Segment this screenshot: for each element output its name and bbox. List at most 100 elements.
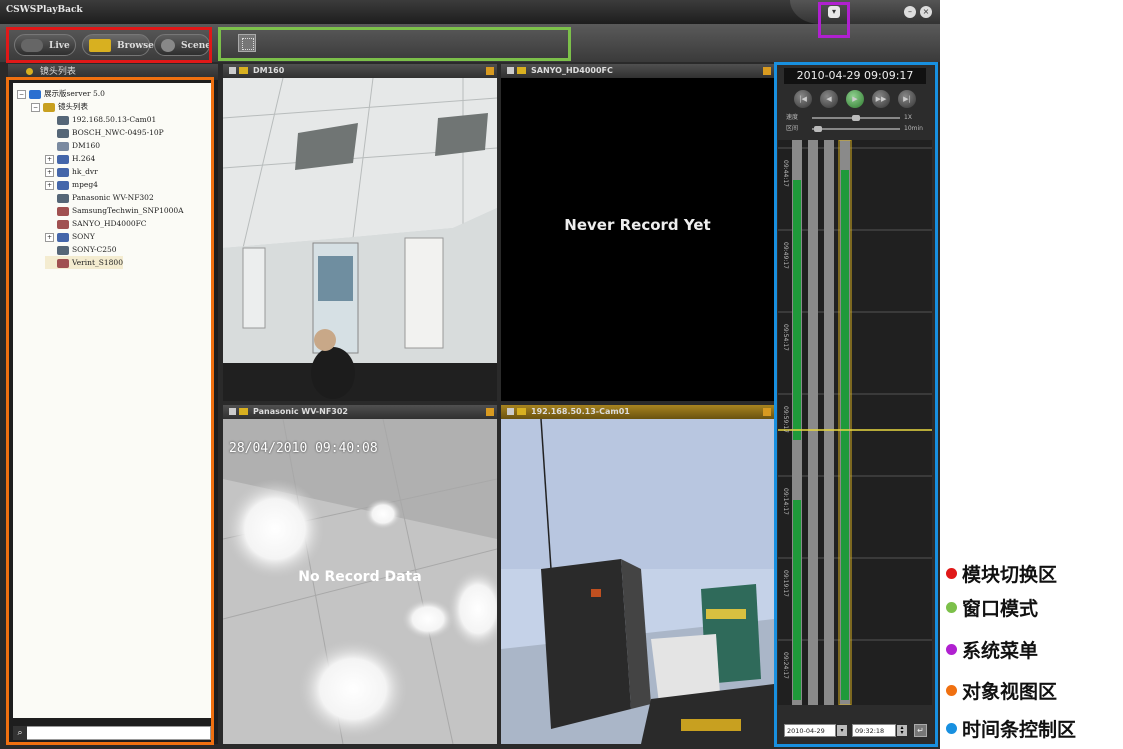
tree-item[interactable]: − 镜头列表 [31, 100, 88, 113]
panel-close-icon[interactable] [486, 67, 494, 75]
dome-camera-icon [57, 219, 69, 229]
timeline-lane [808, 140, 818, 705]
panel-close-icon[interactable] [763, 408, 771, 416]
tree-item[interactable]: Verint_S1800 [45, 256, 123, 269]
expand-icon[interactable]: + [45, 180, 54, 190]
globe-icon [29, 89, 41, 99]
video-panel-4[interactable]: 192.168.50.13-Cam01 [501, 405, 774, 744]
video-feed-office [223, 78, 497, 401]
window-layout-icon[interactable] [238, 34, 256, 52]
panel-header: Panasonic WV-NF302 [223, 405, 497, 419]
zoom-value: 10min [904, 125, 923, 132]
time-spinner-icon[interactable]: ▴ ▾ [897, 725, 907, 736]
timeline-tick-label: 09:49:17 [782, 242, 789, 269]
goto-time-button[interactable]: ↵ [914, 724, 927, 737]
legend-label: 窗口模式 [962, 598, 1039, 620]
tree-item-label: 展示版server 5.0 [44, 89, 105, 98]
object-view-title: 镜头列表 [39, 67, 76, 77]
tree-item-label: mpeg4 [72, 180, 98, 189]
tree-item[interactable]: BOSCH_NWC-0495-10P [45, 126, 164, 139]
video-panel-2[interactable]: SANYO_HD4000FC Never Record Yet [501, 64, 774, 401]
date-dropdown-icon[interactable]: ▾ [837, 725, 847, 736]
live-mode-button[interactable]: Live [14, 34, 76, 56]
camera-icon [57, 245, 69, 255]
tree-item[interactable]: − 展示版server 5.0 [17, 87, 105, 100]
video-panel-3[interactable]: Panasonic WV-NF302 28/04/2010 09:40:08 N… [223, 405, 497, 744]
object-view-panel: 镜头列表 − 展示版server 5.0− 镜头列表 192.168.50.13-Ca… [8, 64, 218, 744]
dome-camera-icon [57, 206, 69, 216]
rewind-button[interactable]: ◀ [820, 90, 838, 108]
device-icon [57, 232, 69, 242]
device-icon [57, 180, 69, 190]
zoom-slider[interactable]: 区间 10min [786, 125, 926, 133]
time-field[interactable]: 09:32:18 [852, 724, 896, 737]
header-dot-icon [26, 68, 33, 75]
speed-knob[interactable] [852, 115, 860, 121]
expand-icon[interactable]: + [45, 232, 54, 242]
timeline-tick-label: 09:59:17 [782, 406, 789, 433]
panel-menu-icon[interactable] [229, 67, 236, 74]
tree-item[interactable]: + hk_dvr [45, 165, 98, 178]
timebar-control-panel: 2010-04-29 09:09:17 |◀ ◀ ▶ ▶▶ ▶| 速度 1X 区… [776, 62, 934, 745]
browse-film-icon [89, 39, 111, 52]
tree-item[interactable]: Panasonic WV-NF302 [45, 191, 154, 204]
legend-label: 系统菜单 [962, 640, 1039, 662]
panel-menu-icon[interactable] [507, 408, 514, 415]
step-back-button[interactable]: |◀ [794, 90, 812, 108]
tree-item-label: hk_dvr [72, 167, 98, 176]
panel-header: DM160 [223, 64, 497, 78]
recording-segment [793, 500, 801, 700]
device-icon [57, 167, 69, 177]
expand-icon[interactable]: + [45, 154, 54, 164]
legend-item-object-view: 对象视图区 [946, 679, 1118, 705]
tree-item[interactable]: DM160 [45, 139, 100, 152]
panel-menu-icon[interactable] [507, 67, 514, 74]
panel-title: 192.168.50.13-Cam01 [531, 407, 630, 416]
video-feed-empty: Never Record Yet [501, 78, 774, 401]
date-field[interactable]: 2010-04-29 [784, 724, 836, 737]
expand-icon[interactable]: + [45, 167, 54, 177]
panel-header: SANYO_HD4000FC [501, 64, 774, 78]
zoom-label: 区间 [786, 125, 799, 132]
live-mode-label: Live [49, 41, 70, 51]
speed-label: 速度 [786, 114, 799, 121]
title-bar-curve [790, 0, 940, 24]
close-button[interactable]: × [920, 6, 932, 18]
timeline-tick-label: 09:14:17 [782, 488, 789, 515]
timeline-track[interactable]: 09:44:17 09:49:17 09:54:17 09:59:17 09:14:17… [778, 140, 932, 705]
play-button[interactable]: ▶ [846, 90, 864, 108]
object-view-header: 镜头列表 [8, 64, 218, 80]
step-forward-button[interactable]: ▶| [898, 90, 916, 108]
tree-item[interactable]: SONY-C250 [45, 243, 117, 256]
legend-item-timebar: 时间条控制区 [946, 717, 1118, 743]
collapse-icon[interactable]: − [17, 89, 26, 99]
collapse-icon[interactable]: − [31, 102, 40, 112]
video-panel-1[interactable]: DM160 [223, 64, 497, 401]
panel-menu-icon[interactable] [229, 408, 236, 415]
tree-item[interactable]: SamsungTechwin_SNP1000A [45, 204, 184, 217]
tree-item[interactable]: + SONY [45, 230, 95, 243]
zoom-knob[interactable] [814, 126, 822, 132]
tree-item-label: H.264 [72, 154, 96, 163]
speed-slider[interactable]: 速度 1X [786, 114, 926, 122]
timeline-tick-label: 09:44:17 [782, 160, 789, 187]
panel-close-icon[interactable] [486, 408, 494, 416]
timeline-graphic: 09:44:17 09:49:17 09:54:17 09:59:17 09:14:17… [778, 140, 932, 705]
camera-icon [57, 193, 69, 203]
browse-mode-button[interactable]: Browse [82, 34, 154, 56]
minimize-button[interactable]: – [904, 6, 916, 18]
tree-item[interactable]: + H.264 [45, 152, 95, 165]
panel-camera-icon [517, 408, 526, 415]
tree-item[interactable]: + mpeg4 [45, 178, 98, 191]
tree-item[interactable]: SANYO_HD4000FC [45, 217, 147, 230]
never-record-yet-text: Never Record Yet [564, 216, 711, 234]
timeline-tick-label: 09:24:17 [782, 652, 789, 679]
tree-search-input[interactable]: ⌕ [13, 726, 211, 740]
panel-close-icon[interactable] [763, 67, 771, 75]
scene-gear-icon [161, 39, 175, 52]
fast-forward-button[interactable]: ▶▶ [872, 90, 890, 108]
system-menu-button[interactable]: ▾ [828, 6, 840, 18]
tree-item[interactable]: 192.168.50.13-Cam01 [45, 113, 156, 126]
panel-camera-icon [239, 408, 248, 415]
scene-mode-button[interactable]: Scene [154, 34, 211, 56]
